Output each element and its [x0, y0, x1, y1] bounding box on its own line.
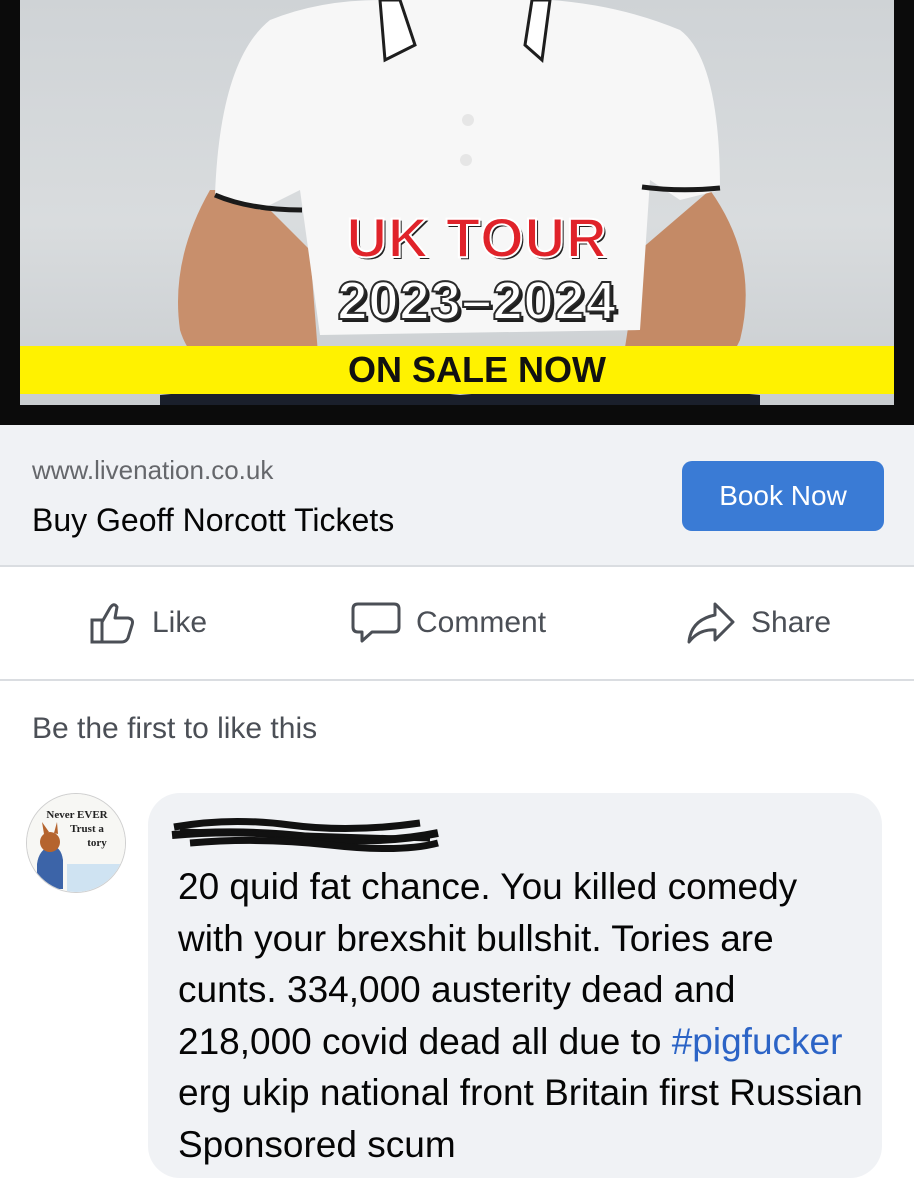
comment-text-part: erg ukip national front Britain first Ru…	[178, 1072, 863, 1165]
thumbs-up-icon	[90, 603, 134, 644]
share-label: Share	[751, 606, 832, 639]
comment-button[interactable]: Comment	[350, 567, 546, 679]
avatar-text-line: Trust a	[70, 823, 104, 835]
share-button[interactable]: Share	[685, 567, 831, 679]
ad-image[interactable]: UK TOUR 2023–2024 ON SALE NOW	[0, 0, 914, 425]
like-label: Like	[152, 606, 208, 639]
like-button[interactable]: Like	[88, 567, 207, 679]
person-illustration	[160, 0, 760, 405]
comment-text: 20 quid fat chance. You killed comedy wi…	[178, 861, 868, 1170]
speech-bubble-icon	[351, 602, 401, 643]
comment-bubble: 20 quid fat chance. You killed comedy wi…	[148, 793, 882, 1178]
share-arrow-icon	[687, 602, 735, 644]
comment-label: Comment	[416, 606, 547, 639]
link-preview[interactable]: www.livenation.co.uk Buy Geoff Norcott T…	[0, 425, 914, 565]
commenter-avatar[interactable]: Never EVER Trust a tory	[26, 793, 126, 893]
link-url: www.livenation.co.uk	[32, 455, 274, 485]
book-now-button[interactable]: Book Now	[682, 461, 884, 531]
avatar-text-line: Never EVER	[46, 809, 108, 821]
avatar-image: Never EVER Trust a tory	[27, 794, 125, 892]
divider	[0, 679, 914, 681]
redacted-author-name	[171, 817, 439, 853]
sale-banner: ON SALE NOW	[20, 346, 894, 394]
ad-photo: UK TOUR 2023–2024 ON SALE NOW	[20, 0, 894, 405]
avatar-text-line: tory	[87, 837, 107, 849]
link-title[interactable]: Buy Geoff Norcott Tickets	[32, 502, 394, 539]
tour-years: 2023–2024	[336, 270, 617, 332]
hashtag-link[interactable]: #pigfucker	[672, 1021, 843, 1062]
tour-title: UK TOUR	[345, 205, 608, 270]
post-actions: Like Comment Share	[0, 567, 914, 679]
reactions-summary[interactable]: Be the first to like this	[32, 712, 317, 746]
